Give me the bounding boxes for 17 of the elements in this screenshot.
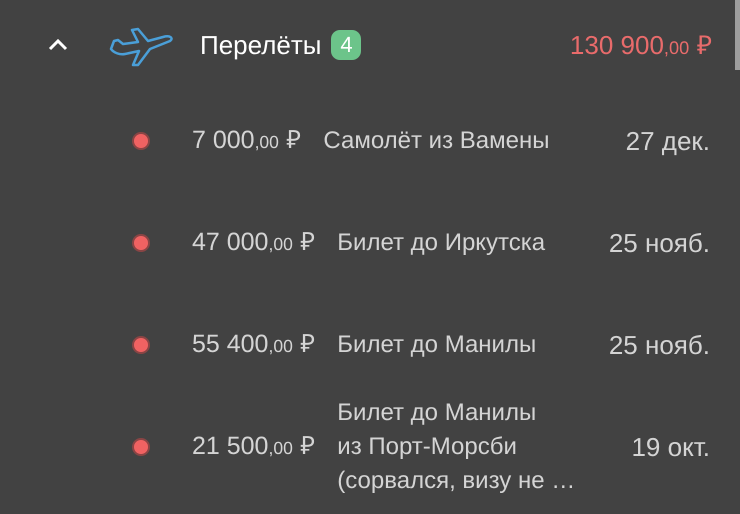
- expense-date: 19 окт.: [631, 430, 710, 464]
- expense-amount: 47 000,00 ₽: [192, 227, 316, 258]
- expense-description: Билет до Иркутска: [337, 228, 546, 258]
- expense-amount: 7 000,00 ₽: [192, 125, 302, 156]
- expense-description: Билет до Манилы из Порт-Морсби (сорвался, визу не …: [337, 398, 576, 496]
- count-badge: 4: [331, 30, 362, 60]
- expense-date: 25 нояб.: [608, 328, 710, 362]
- expense-date: 25 нояб.: [608, 226, 710, 260]
- expense-description: Билет до Манилы: [337, 330, 538, 360]
- scrollbar: [735, 0, 740, 70]
- expense-description: Самолёт из Вамены: [323, 126, 550, 156]
- expense-date: 27 дек.: [626, 124, 710, 158]
- expense-amount: 55 400,00 ₽: [192, 329, 316, 360]
- expense-amount: 21 500,00 ₽: [192, 431, 316, 462]
- group-title: Перелёты: [200, 28, 322, 62]
- group-total: 130 900,00 ₽: [570, 28, 712, 62]
- chevron-up-icon[interactable]: [47, 38, 69, 52]
